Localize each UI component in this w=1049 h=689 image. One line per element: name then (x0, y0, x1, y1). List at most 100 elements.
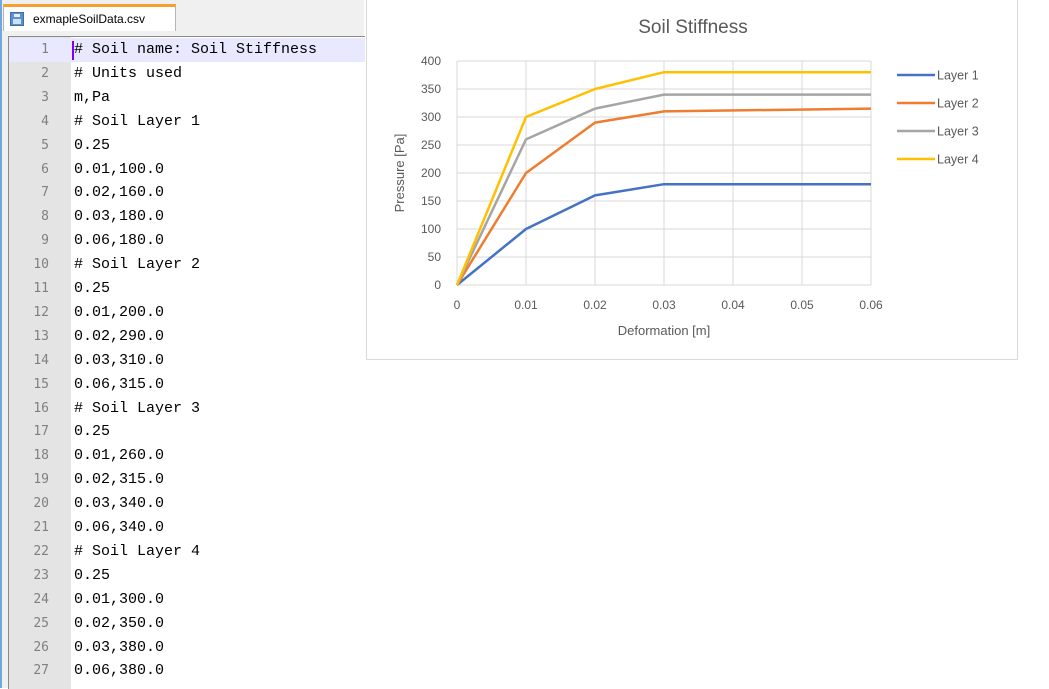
code-line[interactable]: 26 0.03,380.0 (9, 636, 365, 660)
line-number: 6 (41, 161, 49, 177)
line-text: 0.01,300.0 (74, 590, 165, 608)
y-tick-label: 350 (421, 82, 441, 96)
line-number: 9 (41, 233, 49, 249)
y-tick-label: 0 (434, 278, 441, 292)
line-text: 0.03,340.0 (74, 495, 165, 513)
line-text: # Soil Layer 1 (74, 112, 201, 130)
chart-panel: Soil Stiffness 0 50 100 150 200 250 300 350 400 0 0… (366, 0, 1018, 360)
code-line[interactable]: 17 0.25 (9, 420, 365, 444)
save-file-icon (10, 12, 24, 26)
file-tab[interactable]: exmapleSoilData.csv (3, 4, 176, 31)
text-editor: exmapleSoilData.csv 1 # Soil name: Soil S… (0, 0, 365, 689)
editor-text-area[interactable]: 1 # Soil name: Soil Stiffness 2 # Units use… (8, 36, 365, 689)
line-text: 0.06,340.0 (74, 519, 165, 536)
line-number: 4 (41, 113, 49, 129)
window-edge (0, 0, 2, 688)
line-text: 0.01,100.0 (74, 160, 165, 178)
line-text: 0.02,350.0 (74, 614, 165, 632)
line-text: 0.02,160.0 (74, 184, 165, 202)
line-text: 0.06,380.0 (74, 662, 165, 680)
line-text: 0.03,180.0 (74, 208, 165, 226)
y-tick-label: 400 (421, 54, 441, 68)
line-number: 17 (33, 424, 49, 440)
code-line[interactable]: 9 0.06,180.0 (9, 229, 365, 253)
line-text: 0.02,315.0 (74, 471, 165, 489)
code-line[interactable]: 27 0.06,380.0 (9, 659, 365, 683)
x-tick-label: 0.03 (652, 298, 676, 312)
code-line[interactable]: 6 0.01,100.0 (9, 158, 365, 182)
code-line[interactable]: 20 0.03,340.0 (9, 492, 365, 516)
code-line[interactable]: 25 0.02,350.0 (9, 612, 365, 636)
line-text: 0.02,290.0 (74, 327, 165, 345)
code-line[interactable]: 1 # Soil name: Soil Stiffness (9, 38, 365, 62)
line-number: 22 (33, 543, 49, 559)
line-text: m,Pa (74, 88, 111, 106)
legend-label: Layer 2 (937, 97, 979, 111)
y-tick-label: 250 (421, 138, 441, 152)
line-number: 3 (41, 89, 49, 105)
line-number: 2 (41, 65, 49, 81)
code-line[interactable]: 12 0.01,200.0 (9, 301, 365, 325)
line-text: 0.06,315.0 (74, 375, 165, 393)
line-number: 18 (33, 448, 49, 464)
line-number: 12 (33, 304, 49, 320)
y-tick-label: 50 (428, 250, 442, 264)
line-number: 10 (33, 257, 49, 273)
line-text: # Soil Layer 2 (74, 256, 201, 274)
line-number: 23 (33, 567, 49, 583)
x-tick-label: 0.06 (859, 298, 883, 312)
chart-title: Soil Stiffness (638, 17, 747, 38)
code-line[interactable]: 21 0.06,340.0 (9, 516, 365, 540)
line-number: 25 (33, 615, 49, 631)
line-text: 0.03,310.0 (74, 351, 165, 369)
line-text: 0.25 (74, 566, 111, 584)
line-text: 0.01,200.0 (74, 303, 165, 321)
line-text: 0.25 (74, 280, 111, 297)
code-line[interactable]: 11 0.25 (9, 277, 365, 301)
line-number: 27 (33, 663, 49, 679)
code-line[interactable]: 13 0.02,290.0 (9, 325, 365, 349)
line-number: 15 (33, 376, 49, 392)
line-text: 0.01,260.0 (74, 447, 165, 465)
x-tick-label: 0 (454, 298, 461, 312)
line-text: # Soil name: Soil Stiffness (74, 41, 318, 58)
legend-label: Layer 3 (937, 125, 979, 139)
text-caret (72, 41, 74, 60)
line-chart: Soil Stiffness 0 50 100 150 200 250 300 350 400 0 0… (392, 17, 979, 338)
line-number: 5 (41, 137, 49, 153)
code-line[interactable]: 2 # Units used (9, 62, 365, 86)
code-line[interactable]: 7 0.02,160.0 (9, 181, 365, 205)
line-number: 8 (41, 209, 49, 225)
y-tick-label: 150 (421, 194, 441, 208)
code-line[interactable]: 5 0.25 (9, 134, 365, 158)
code-line[interactable]: 3 m,Pa (9, 86, 365, 110)
line-text: 0.03,380.0 (74, 638, 165, 656)
legend-label: Layer 1 (937, 69, 979, 83)
code-line[interactable]: 4 # Soil Layer 1 (9, 110, 365, 134)
x-tick-label: 0.02 (583, 298, 607, 312)
x-tick-label: 0.04 (721, 298, 745, 312)
line-text: # Soil Layer 4 (74, 542, 201, 560)
line-text: 0.25 (74, 423, 111, 441)
line-number: 26 (33, 639, 49, 655)
line-number: 13 (33, 328, 49, 344)
code-line[interactable]: 8 0.03,180.0 (9, 205, 365, 229)
code-line[interactable]: 16 # Soil Layer 3 (9, 397, 365, 421)
line-number: 7 (41, 185, 49, 201)
code-line[interactable]: 24 0.01,300.0 (9, 588, 365, 612)
x-tick-label: 0.05 (790, 298, 814, 312)
code-line[interactable]: 22 # Soil Layer 4 (9, 540, 365, 564)
line-number: 19 (33, 472, 49, 488)
line-number: 20 (33, 496, 49, 512)
y-tick-label: 100 (421, 222, 441, 236)
x-tick-label: 0.01 (514, 298, 538, 312)
code-line[interactable]: 10 # Soil Layer 2 (9, 253, 365, 277)
code-line[interactable]: 15 0.06,315.0 (9, 373, 365, 397)
code-line[interactable]: 14 0.03,310.0 (9, 349, 365, 373)
code-line[interactable]: 18 0.01,260.0 (9, 444, 365, 468)
code-line[interactable]: 19 0.02,315.0 (9, 468, 365, 492)
line-number: 11 (33, 281, 49, 296)
line-text: # Soil Layer 3 (74, 399, 201, 417)
code-line[interactable]: 23 0.25 (9, 564, 365, 588)
y-tick-label: 200 (421, 166, 441, 180)
